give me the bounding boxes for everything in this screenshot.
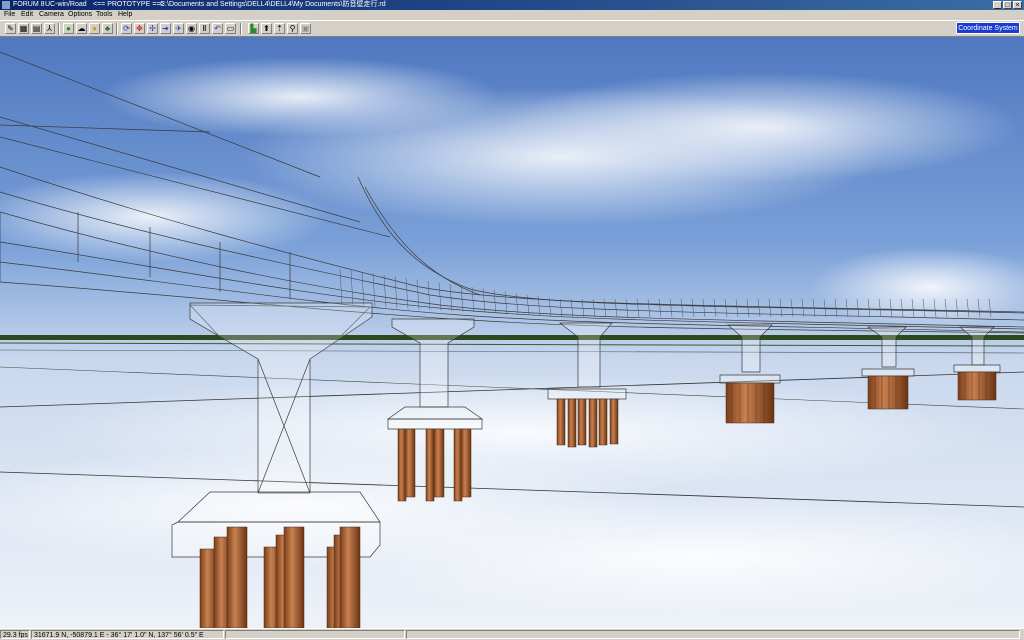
app-icon[interactable]	[2, 1, 10, 9]
pencil-icon[interactable]: ✎	[5, 23, 16, 34]
menu-help[interactable]: Help	[118, 10, 132, 20]
menu-bar: File Edit Camera Options Tools Help	[0, 10, 1024, 20]
rotate-icon[interactable]: ⟳	[121, 23, 132, 34]
status-field-3	[225, 630, 405, 639]
terrain-icon[interactable]: ▦	[18, 23, 29, 34]
maximize-button[interactable]: □	[1003, 1, 1012, 9]
car-icon[interactable]: ▙	[248, 23, 259, 34]
person-icon[interactable]: ⅄	[44, 23, 55, 34]
minus-icon[interactable]: ▭	[225, 23, 236, 34]
toolbar-separator	[116, 23, 118, 35]
walk-icon[interactable]: ➔	[160, 23, 171, 34]
coordinates-readout: 31671.9 N, -50879.1 E - 36° 17' 1.0" N, …	[31, 630, 224, 639]
pause-icon[interactable]: Ⅱ	[199, 23, 210, 34]
up-icon[interactable]: ⬆	[261, 23, 272, 34]
pan-icon[interactable]: ✥	[134, 23, 145, 34]
up-alt-icon[interactable]: ⇡	[274, 23, 285, 34]
horizon-ground	[0, 335, 1024, 340]
menu-tools[interactable]: Tools	[96, 10, 112, 20]
title-file-path: C:\Documents and Settings\DELL4\DELL4\My…	[160, 1, 386, 8]
cloud-icon[interactable]: ☁	[76, 23, 87, 34]
coordinate-system-button[interactable]: Coordinate System 8	[956, 22, 1020, 44]
globe-icon[interactable]: ●	[63, 23, 74, 34]
back-icon[interactable]: ↶	[212, 23, 223, 34]
close-button[interactable]: ×	[1013, 1, 1022, 9]
status-bar: 29.3 fps 31671.9 N, -50879.1 E - 36° 17'…	[0, 628, 1024, 640]
road-icon[interactable]: ▤	[31, 23, 42, 34]
minimize-button[interactable]: _	[993, 1, 1002, 9]
3d-viewport[interactable]	[0, 37, 1024, 628]
menu-options[interactable]: Options	[68, 10, 92, 20]
menu-edit[interactable]: Edit	[21, 10, 33, 20]
camera-icon[interactable]: ◉	[186, 23, 197, 34]
light-icon[interactable]: ♦	[89, 23, 100, 34]
run-icon[interactable]: ⚲	[287, 23, 298, 34]
tree-icon[interactable]: ♣	[102, 23, 113, 34]
menu-file[interactable]: File	[4, 10, 15, 20]
fps-readout: 29.3 fps	[0, 630, 30, 639]
title-product: UC-win/Road	[45, 1, 87, 8]
fly-icon[interactable]: ✈	[173, 23, 184, 34]
toolbar-separator	[58, 23, 60, 35]
title-mode: <== PROTOTYPE ==>	[93, 1, 165, 8]
toolbar: ✎ ▦ ▤ ⅄ ● ☁ ♦ ♣ ⟳ ✥ ✢ ➔ ✈ ◉ Ⅱ ↶ ▭ ▙ ⬆ ⇡ …	[0, 20, 1024, 37]
status-field-4	[406, 630, 1020, 639]
title-app-name: FORUM 8	[13, 1, 45, 8]
menu-camera[interactable]: Camera	[39, 10, 64, 20]
move-icon[interactable]: ✢	[147, 23, 158, 34]
scene-canvas[interactable]	[0, 37, 1024, 628]
toolbar-separator	[240, 23, 242, 35]
title-bar: FORUM 8 UC-win/Road <== PROTOTYPE ==> C:…	[0, 0, 1024, 10]
save-icon[interactable]: ▣	[300, 23, 311, 34]
